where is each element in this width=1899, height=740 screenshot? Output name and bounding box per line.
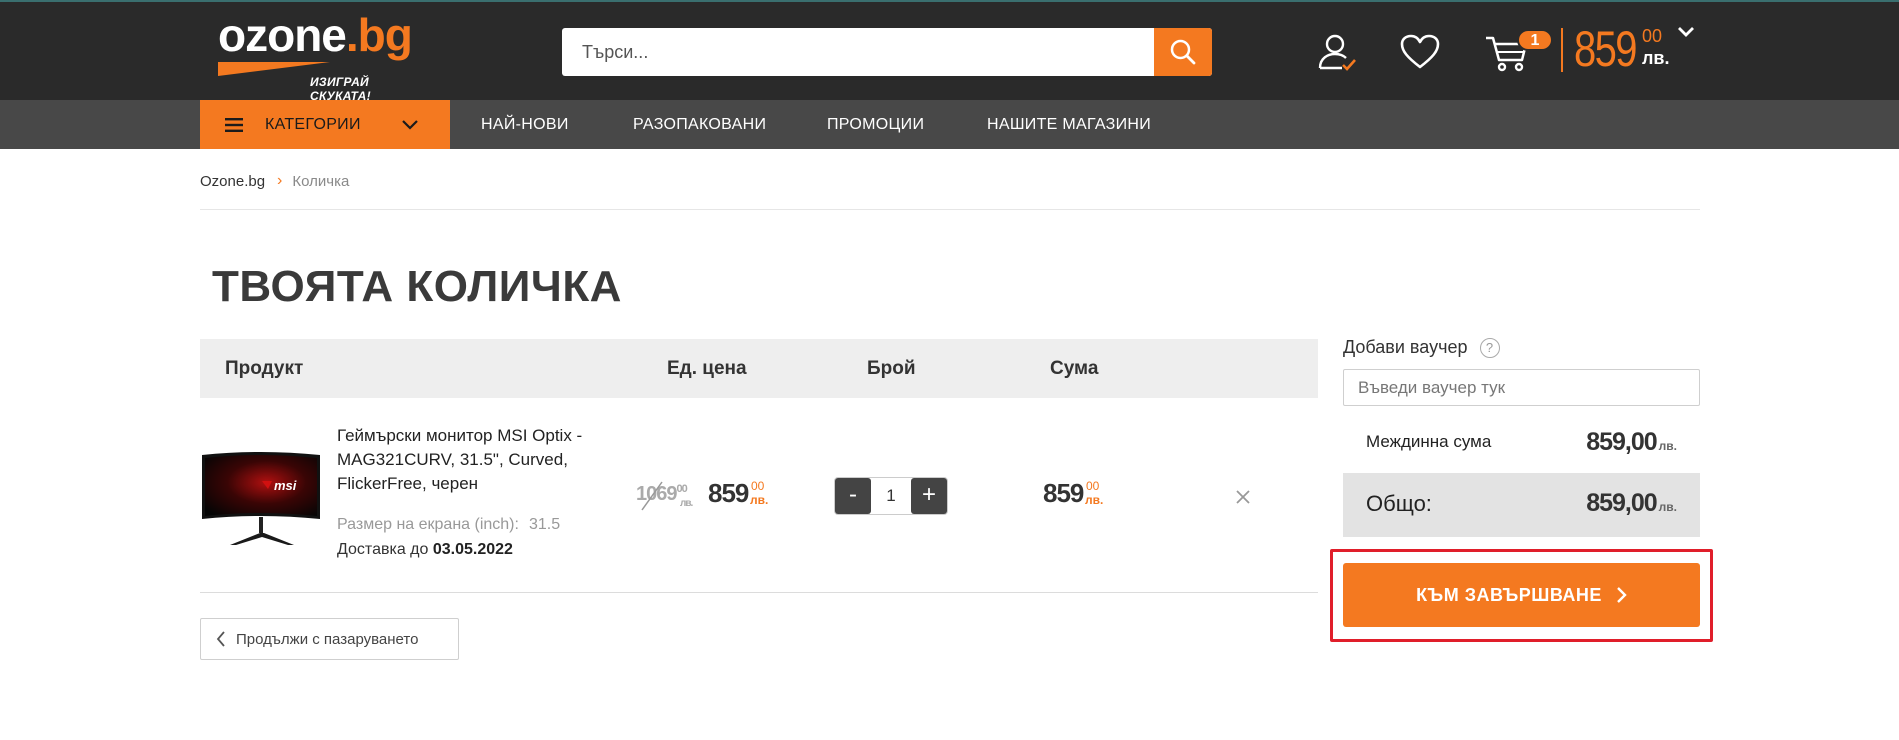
search-bar bbox=[562, 28, 1212, 76]
logo-main-text: ozone bbox=[218, 9, 347, 61]
quantity-value[interactable]: 1 bbox=[871, 478, 911, 514]
row-divider bbox=[200, 592, 1318, 593]
page-title: ТВОЯТА КОЛИЧКА bbox=[212, 262, 622, 311]
subtotal-label: Междинна сума bbox=[1366, 432, 1492, 451]
search-input[interactable] bbox=[562, 28, 1152, 76]
chevron-right-icon: › bbox=[277, 172, 283, 189]
product-image[interactable]: msi bbox=[200, 447, 322, 553]
subtotal-row: Междинна сума 859,00 лв. bbox=[1343, 418, 1700, 472]
nav-item-newest[interactable]: НАЙ-НОВИ bbox=[481, 100, 569, 149]
chevron-left-icon bbox=[216, 631, 225, 647]
cart-count-badge: 1 bbox=[1517, 29, 1553, 51]
search-icon bbox=[1170, 39, 1196, 65]
cart-total[interactable]: 859 00 лв. bbox=[1574, 20, 1670, 78]
breadcrumb-home[interactable]: Ozone.bg bbox=[200, 173, 265, 190]
total-amount: 859,00 bbox=[1586, 489, 1657, 517]
breadcrumb-divider bbox=[200, 209, 1700, 210]
breadcrumb: Ozone.bg › Количка bbox=[200, 172, 349, 190]
subtotal-amount: 859,00 bbox=[1586, 428, 1657, 456]
increase-quantity-button[interactable]: + bbox=[911, 478, 947, 514]
checkout-label: КЪМ ЗАВЪРШВАНЕ bbox=[1416, 584, 1602, 605]
logo-wordmark: ozone.bg bbox=[218, 9, 413, 61]
categories-menu-button[interactable]: КАТЕГОРИИ bbox=[200, 100, 450, 149]
product-attribute-value: 31.5 bbox=[528, 516, 561, 533]
cart-total-cents: 00 bbox=[1642, 26, 1663, 46]
quantity-stepper: - 1 + bbox=[834, 477, 948, 515]
total-label: Общо: bbox=[1366, 491, 1432, 516]
continue-shopping-button[interactable]: Продължи с пазаруването bbox=[200, 618, 459, 660]
product-attribute: Размер на екрана (inch): 31.5 bbox=[337, 516, 560, 534]
hamburger-icon bbox=[225, 117, 243, 132]
voucher-input[interactable] bbox=[1343, 369, 1700, 406]
voucher-label: Добави ваучер ? bbox=[1343, 337, 1500, 358]
account-button[interactable] bbox=[1316, 32, 1360, 74]
delivery-date: 03.05.2022 bbox=[432, 541, 513, 558]
continue-shopping-label: Продължи с пазаруването bbox=[236, 630, 419, 648]
delivery-info: Доставка до 03.05.2022 bbox=[337, 541, 513, 559]
cart-total-int: 859 bbox=[1574, 21, 1638, 77]
breadcrumb-current: Количка bbox=[292, 172, 350, 190]
subtotal-currency: лв. bbox=[1658, 439, 1677, 453]
nav-item-unpacked[interactable]: РАЗОПАКОВАНИ bbox=[633, 100, 766, 149]
search-button[interactable] bbox=[1154, 28, 1212, 76]
total-currency: лв. bbox=[1658, 500, 1677, 514]
unit-price: 859 00 лв. bbox=[708, 478, 768, 509]
wishlist-button[interactable] bbox=[1398, 32, 1442, 72]
categories-label: КАТЕГОРИИ bbox=[265, 115, 361, 133]
unit-price-int: 859 bbox=[708, 478, 749, 508]
subtotal-value: 859,00 лв. bbox=[1586, 428, 1677, 457]
checkout-button[interactable]: КЪМ ЗАВЪРШВАНЕ bbox=[1343, 563, 1700, 627]
column-header-sum: Сума bbox=[1050, 358, 1099, 379]
logo-swoosh bbox=[218, 62, 330, 76]
help-icon[interactable]: ? bbox=[1479, 337, 1500, 358]
site-logo[interactable]: ozone.bg ИЗИГРАЙ СКУКАТА! bbox=[218, 9, 428, 103]
remove-item-icon[interactable] bbox=[1232, 486, 1254, 508]
unit-price-currency: лв. bbox=[750, 493, 769, 507]
cart-total-currency: лв. bbox=[1642, 48, 1670, 68]
unit-price-cents: 00 bbox=[751, 479, 765, 493]
old-price-cents: 00 bbox=[676, 483, 688, 495]
cart-table-header: Продукт Ед. цена Брой Сума bbox=[200, 339, 1318, 398]
strikethrough-mark bbox=[641, 481, 663, 511]
product-attribute-label: Размер на екрана (inch): bbox=[337, 516, 519, 533]
delivery-prefix: Доставка до bbox=[337, 541, 429, 558]
decrease-quantity-button[interactable]: - bbox=[835, 478, 871, 514]
heart-icon bbox=[1400, 34, 1440, 69]
logo-tagline: ИЗИГРАЙ СКУКАТА! bbox=[310, 75, 371, 103]
product-name-link[interactable]: Геймърски монитор MSI Optix - MAG321CURV… bbox=[337, 424, 597, 496]
top-header: ozone.bg ИЗИГРАЙ СКУКАТА! Търси... 1 859… bbox=[0, 0, 1899, 103]
chevron-right-icon bbox=[1617, 587, 1627, 603]
line-sum: 859 00 лв. bbox=[1043, 478, 1103, 509]
column-header-quantity: Брой bbox=[867, 358, 916, 379]
user-icon bbox=[1318, 34, 1356, 71]
header-divider bbox=[1561, 28, 1563, 72]
logo-suffix: .bg bbox=[345, 9, 413, 61]
svg-text:msi: msi bbox=[274, 478, 297, 493]
chevron-down-icon bbox=[402, 120, 418, 130]
old-price-currency: лв. bbox=[680, 498, 693, 509]
nav-item-promotions[interactable]: ПРОМОЦИИ bbox=[827, 100, 924, 149]
total-row: Общо: 859,00 лв. bbox=[1343, 473, 1700, 537]
voucher-label-text: Добави ваучер bbox=[1343, 337, 1468, 357]
total-value: 859,00 лв. bbox=[1586, 489, 1677, 518]
nav-item-stores[interactable]: НАШИТЕ МАГАЗИНИ bbox=[987, 100, 1151, 149]
column-header-product: Продукт bbox=[225, 358, 304, 379]
main-nav: КАТЕГОРИИ НАЙ-НОВИ РАЗОПАКОВАНИ ПРОМОЦИИ… bbox=[0, 100, 1899, 149]
column-header-unit-price: Ед. цена bbox=[667, 358, 747, 379]
line-sum-int: 859 bbox=[1043, 478, 1084, 508]
line-sum-cents: 00 bbox=[1086, 479, 1100, 493]
chevron-down-icon[interactable] bbox=[1677, 26, 1695, 38]
line-sum-currency: лв. bbox=[1085, 493, 1104, 507]
